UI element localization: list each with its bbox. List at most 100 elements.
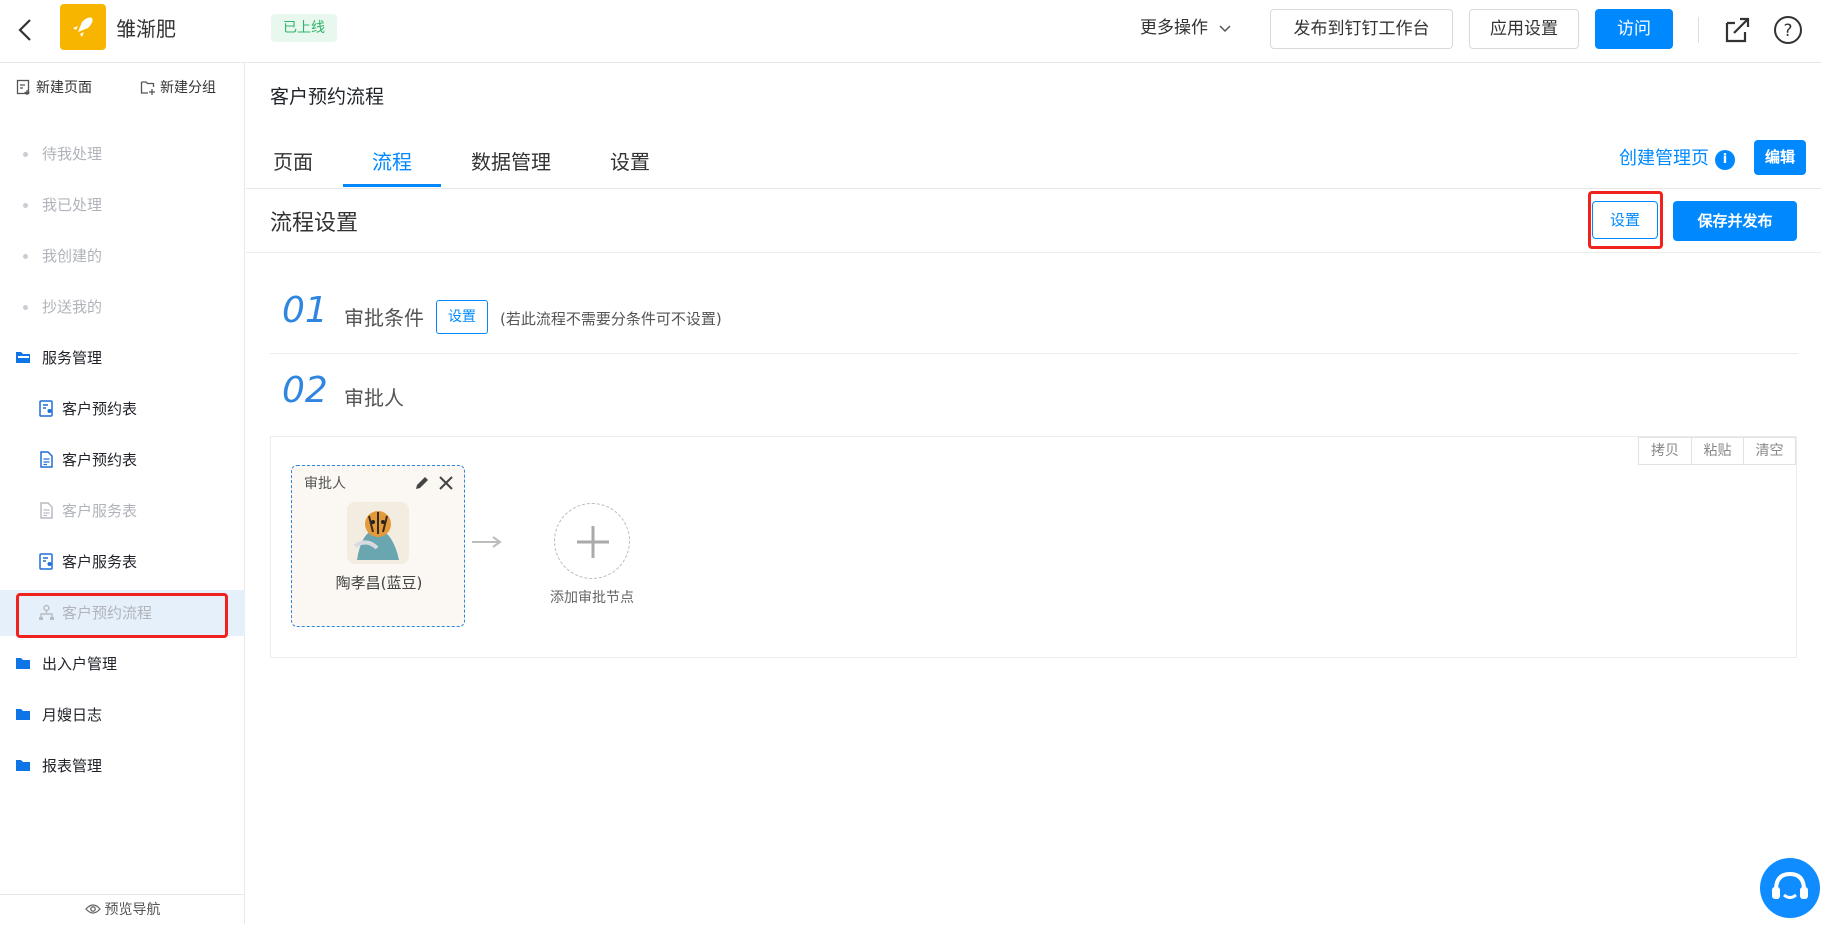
save-and-publish-button[interactable]: 保存并发布 [1673,201,1797,241]
svg-text:?: ? [1783,21,1792,41]
preview-nav-button[interactable]: 预览导航 [0,894,245,924]
sidebar-item-label: 客户预约表 [62,451,138,469]
more-operations-label: 更多操作 [1140,18,1208,38]
rocket-icon [73,17,93,37]
sidebar-item-booking-flow[interactable]: 客户预约流程 [0,590,245,636]
sidebar-item-label: 待我处理 [42,145,103,163]
info-icon[interactable]: i [1715,150,1735,170]
external-link-icon[interactable] [1721,14,1753,46]
top-bar: 雏渐肥 已上线 更多操作 发布到钉钉工作台 应用设置 访问 ? [0,0,1821,63]
app-name: 雏渐肥 [116,17,176,41]
sidebar-item-booking-form[interactable]: 客户预约表 [0,386,245,432]
publish-to-workbench-button[interactable]: 发布到钉钉工作台 [1270,9,1453,49]
tab-flow[interactable]: 流程 [372,146,412,175]
new-group-label: 新建分组 [160,80,216,96]
chevron-down-icon [1219,25,1231,33]
canvas-toolbar: 拷贝 粘贴 清空 [1638,437,1796,465]
step-approval-conditions: 01 审批条件 设置 (若此流程不需要分条件可不设置) [270,290,1800,340]
condition-settings-button[interactable]: 设置 [436,300,488,334]
folder-icon [16,760,30,771]
arrow-right-icon [472,536,502,548]
sidebar-item-booking-report[interactable]: 客户预约表 [0,437,245,483]
preview-nav-label: 预览导航 [104,902,161,918]
sidebar-item-created[interactable]: 我创建的 [0,233,245,279]
paste-button[interactable]: 粘贴 [1691,438,1743,464]
app-logo [60,4,106,50]
approver-node[interactable]: 审批人 陶孝昌(蓝豆) [291,465,465,627]
folder-open-icon [16,352,30,363]
new-page-label: 新建页面 [36,80,92,96]
tab-settings[interactable]: 设置 [610,146,650,175]
add-approval-node-button[interactable] [554,503,630,579]
bullet-dot [23,305,28,310]
page-title: 客户预约流程 [270,86,385,108]
bullet-dot [23,203,28,208]
step-number: 02 [282,370,328,411]
header-divider [1698,17,1699,43]
sidebar: 新建页面 新建分组 待我处理 我已处理 我创建的 抄送我的 服务管理 客户预约表… [0,63,245,924]
back-arrow-icon[interactable] [14,16,36,44]
flow-settings-button[interactable]: 设置 [1592,201,1658,239]
step-title: 审批条件 [344,306,424,330]
node-label: 审批人 [304,476,346,492]
tab-data-management[interactable]: 数据管理 [471,146,551,175]
avatar [347,502,409,564]
bullet-dot [23,152,28,157]
help-icon[interactable]: ? [1772,14,1804,46]
sidebar-item-service-form[interactable]: 客户服务表 [0,539,245,585]
step-approvers: 02 审批人 [270,370,1800,420]
new-page-icon [16,79,30,95]
sidebar-item-processed[interactable]: 我已处理 [0,182,245,228]
clear-button[interactable]: 清空 [1743,438,1795,464]
flow-settings-title: 流程设置 [270,211,359,236]
node-actions [413,474,455,492]
folder-icon [16,709,30,720]
edit-button[interactable]: 编辑 [1754,140,1806,175]
sidebar-item-label: 客户服务表 [62,553,138,571]
eye-icon [84,904,101,914]
copy-button[interactable]: 拷贝 [1639,438,1691,464]
step-divider [270,353,1798,354]
sidebar-item-label: 客户预约表 [62,400,138,418]
flow-icon [39,604,54,620]
sidebar-item-label: 我已处理 [42,196,103,214]
step-title: 审批人 [344,386,404,410]
status-badge: 已上线 [271,14,337,42]
approver-name: 陶孝昌(蓝豆) [335,574,423,592]
sidebar-item-pending[interactable]: 待我处理 [0,131,245,177]
app-settings-button[interactable]: 应用设置 [1469,9,1579,49]
create-management-page-link[interactable]: 创建管理页 i [1619,144,1735,170]
flow-canvas: 拷贝 粘贴 清空 审批人 陶孝昌(蓝豆) 添加审批节点 [270,436,1797,658]
sidebar-item-label: 客户预约流程 [62,604,153,622]
tab-page[interactable]: 页面 [273,146,313,175]
sidebar-item-label: 报表管理 [42,757,103,775]
pencil-icon[interactable] [413,474,431,492]
headset-icon [1772,871,1808,899]
visit-button[interactable]: 访问 [1595,9,1673,49]
new-group-icon [140,81,155,95]
customer-support-button[interactable] [1760,858,1820,918]
create-management-page-label: 创建管理页 [1619,148,1709,169]
close-icon[interactable] [437,474,455,492]
new-page-button[interactable]: 新建页面 [16,77,92,97]
sidebar-group-reports[interactable]: 报表管理 [0,743,245,789]
document-icon [40,502,53,519]
sidebar-group-service-management[interactable]: 服务管理 [0,335,245,381]
sidebar-item-label: 我创建的 [42,247,103,265]
sidebar-item-label: 抄送我的 [42,298,103,316]
sidebar-item-cc[interactable]: 抄送我的 [0,284,245,330]
form-user-icon [39,400,53,417]
new-group-button[interactable]: 新建分组 [140,77,216,97]
condition-note: (若此流程不需要分条件可不设置) [500,310,722,328]
sidebar-item-label: 客户服务表 [62,502,138,520]
tab-bar: 页面 流程 数据管理 设置 创建管理页 i 编辑 [246,126,1821,189]
sidebar-item-service-report[interactable]: 客户服务表 [0,488,245,534]
sidebar-item-label: 月嫂日志 [42,706,103,724]
more-operations-dropdown[interactable]: 更多操作 [1140,14,1231,42]
form-user-icon [39,553,53,570]
sidebar-group-nanny-log[interactable]: 月嫂日志 [0,692,245,738]
active-tab-indicator [343,184,441,187]
plus-icon [577,526,609,558]
document-icon [40,451,53,468]
sidebar-group-household[interactable]: 出入户管理 [0,641,245,687]
